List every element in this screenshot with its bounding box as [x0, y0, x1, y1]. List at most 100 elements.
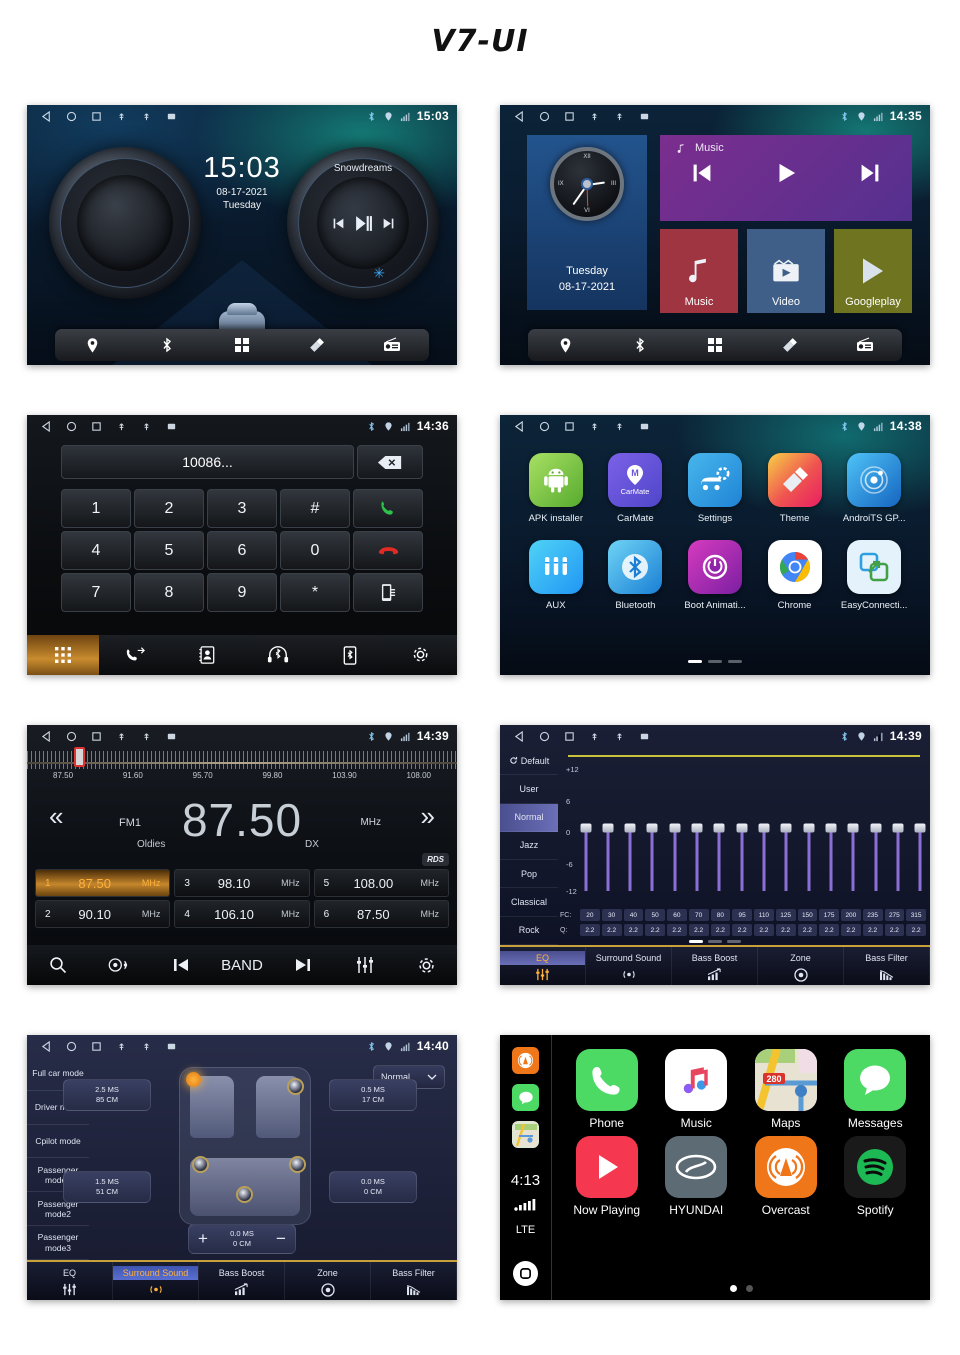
page-dot[interactable]	[688, 660, 702, 663]
music-dial-controls[interactable]	[317, 177, 409, 269]
bluetooth-icon[interactable]	[157, 335, 177, 355]
apps-icon[interactable]	[705, 335, 725, 355]
eq-slider[interactable]	[713, 765, 725, 891]
tab-zone[interactable]: Zone	[758, 947, 844, 985]
eq-page-indicator[interactable]	[500, 940, 930, 943]
back-icon[interactable]	[41, 110, 52, 122]
navigation-icon[interactable]	[555, 335, 575, 355]
equalizer-button[interactable]	[334, 956, 395, 974]
eq-preset-pop[interactable]: Pop	[500, 860, 558, 889]
eq-slider[interactable]	[736, 765, 748, 891]
eq-slider[interactable]	[870, 765, 882, 891]
home-icon[interactable]	[539, 731, 550, 742]
home-icon[interactable]	[539, 421, 550, 432]
stepper-plus-button[interactable]: +	[198, 1229, 208, 1249]
page-dot[interactable]	[708, 940, 722, 943]
key-4[interactable]: 4	[61, 531, 131, 570]
tab-dialpad[interactable]	[27, 635, 99, 675]
speaker-subwoofer[interactable]	[236, 1186, 253, 1203]
home-icon[interactable]	[66, 731, 77, 742]
apps-icon[interactable]	[232, 335, 252, 355]
carplay-app-spotify[interactable]: Spotify	[834, 1136, 916, 1217]
eq-slider[interactable]	[580, 765, 591, 891]
eq-slider[interactable]	[892, 765, 904, 891]
eq-fc-cell[interactable]: 235	[862, 909, 883, 921]
key-hash[interactable]: #	[280, 489, 350, 528]
tile-googleplay[interactable]: Googleplay	[834, 229, 912, 313]
back-icon[interactable]	[514, 730, 525, 742]
eq-q-cell[interactable]: 2.2	[841, 924, 861, 936]
car-cabin-diagram[interactable]	[179, 1067, 311, 1225]
eq-fc-cell[interactable]: 70	[688, 909, 709, 921]
mode-cpilot[interactable]: Cpilot mode	[27, 1125, 89, 1159]
audio-tab-bar[interactable]: EQ Surround Sound Bass Boost Zone Bass F…	[500, 945, 930, 985]
music-widget-controls[interactable]	[660, 154, 912, 186]
app-chrome[interactable]: Chrome	[757, 540, 833, 611]
home-dock[interactable]	[55, 329, 429, 361]
carplay-app-maps[interactable]: 280 Maps	[745, 1049, 827, 1130]
eq-q-cell[interactable]: 2.2	[645, 924, 665, 936]
eq-preset-user[interactable]: User	[500, 775, 558, 804]
app-androits-gps[interactable]: AndroiTS GP...	[836, 453, 912, 524]
eq-panel[interactable]: +12 6 0 -6 -12 FC: 20 30 40 50 60 70 80 …	[558, 747, 930, 945]
statusbar-nav[interactable]	[508, 420, 650, 432]
prev-icon[interactable]	[690, 161, 714, 185]
preset-6[interactable]: 6 87.50 MHz	[313, 900, 449, 928]
app-settings[interactable]: Settings	[677, 453, 753, 524]
eq-fc-cell[interactable]: 125	[775, 909, 796, 921]
eq-fc-cell[interactable]: 150	[797, 909, 818, 921]
tuner-marker[interactable]	[74, 747, 85, 767]
radio-icon[interactable]	[382, 335, 402, 355]
tile-music[interactable]: Music	[660, 229, 738, 313]
maps-icon[interactable]	[512, 1121, 539, 1148]
screen-equalizer[interactable]: 14:39 Default User Normal Jazz Pop Class…	[500, 725, 930, 985]
eq-fc-cell[interactable]: 110	[754, 909, 774, 921]
app-easyconnection[interactable]: EasyConnecti...	[836, 540, 912, 611]
screen-carplay[interactable]: 4:13 LTE Phone Music 280 Maps Messages N…	[500, 1035, 930, 1300]
tab-bass-filter[interactable]: Bass Filter	[371, 1262, 457, 1300]
listening-position-marker[interactable]	[186, 1072, 201, 1087]
app-boot-animation[interactable]: Boot Animati...	[677, 540, 753, 611]
eq-slider[interactable]	[602, 765, 614, 891]
mode-passenger3[interactable]: Passenger mode3	[27, 1226, 89, 1260]
page-dot[interactable]	[728, 660, 742, 663]
hangup-button[interactable]	[353, 531, 423, 570]
volume-dial[interactable]	[49, 147, 201, 299]
delay-stepper[interactable]: + 0.0 MS 0 CM −	[188, 1224, 296, 1254]
analog-clock-widget[interactable]: XII III VI IX Tuesday 08-17-2021	[527, 135, 647, 310]
eq-slider[interactable]	[847, 765, 859, 891]
eq-preset-default[interactable]: Default	[500, 747, 558, 776]
eq-fc-cell[interactable]: 50	[645, 909, 665, 921]
carplay-app-phone[interactable]: Phone	[566, 1049, 648, 1130]
key-7[interactable]: 7	[61, 573, 131, 612]
back-icon[interactable]	[41, 1040, 52, 1052]
eq-slider[interactable]	[624, 765, 636, 891]
radio-bottom-bar[interactable]: BAND	[27, 945, 457, 985]
key-1[interactable]: 1	[61, 489, 131, 528]
search-button[interactable]	[27, 956, 88, 974]
key-5[interactable]: 5	[134, 531, 204, 570]
speaker-rear-left[interactable]	[192, 1156, 209, 1173]
app-carmate[interactable]: M CarMate CarMate	[597, 453, 673, 524]
statusbar-nav[interactable]	[35, 1040, 177, 1052]
tuning-ruler[interactable]	[27, 751, 457, 769]
tab-eq[interactable]: EQ	[500, 947, 586, 985]
key-6[interactable]: 6	[207, 531, 277, 570]
stepper-minus-button[interactable]: −	[276, 1229, 286, 1249]
eq-slider[interactable]	[780, 765, 792, 891]
screen-app-drawer[interactable]: 14:38 APK installer M CarMate CarMate Se…	[500, 415, 930, 675]
preset-3[interactable]: 3 98.10 MHz	[174, 869, 310, 897]
tab-bt-device[interactable]	[314, 635, 386, 675]
page-dot[interactable]	[727, 940, 741, 943]
key-8[interactable]: 8	[134, 573, 204, 612]
app-grid[interactable]: APK installer M CarMate CarMate Settings	[516, 453, 914, 611]
page-dot[interactable]	[708, 660, 722, 663]
eq-q-cell[interactable]: 2.2	[732, 924, 752, 936]
eq-fc-cell[interactable]: 20	[580, 909, 600, 921]
eq-fc-cell[interactable]: 275	[884, 909, 905, 921]
eq-q-cell[interactable]: 2.2	[754, 924, 774, 936]
screen-radio[interactable]: 14:39 87.50 91.60 95.70 99.80 103.90 108…	[27, 725, 457, 985]
carplay-app-hyundai[interactable]: HYUNDAI	[655, 1136, 737, 1217]
tab-bass-boost[interactable]: Bass Boost	[672, 947, 758, 985]
prev-icon[interactable]	[332, 217, 345, 230]
